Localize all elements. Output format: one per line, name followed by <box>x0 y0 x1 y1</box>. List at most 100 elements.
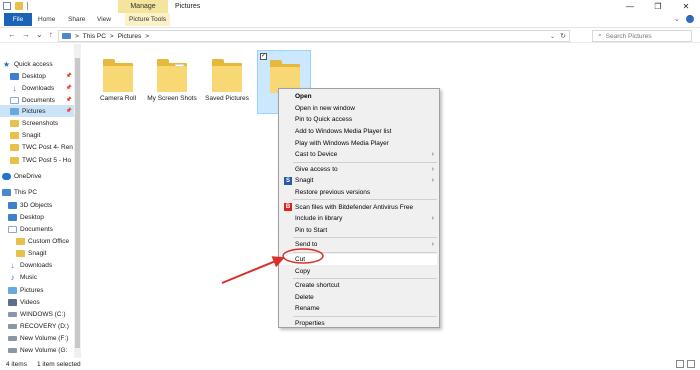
sidebar-item-label: Music <box>20 273 37 281</box>
breadcrumb-this-pc[interactable]: This PC <box>83 33 106 40</box>
sidebar-item[interactable]: Custom Office <box>0 235 74 247</box>
menu-item-pin-to-quick-access[interactable]: Pin to Quick access <box>281 114 437 126</box>
menu-item-create-shortcut[interactable]: Create shortcut <box>281 280 437 292</box>
refresh-icon[interactable]: ↻ <box>560 31 566 43</box>
tab-home[interactable]: Home <box>38 13 55 26</box>
menu-separator <box>293 199 437 201</box>
forward-arrow-icon[interactable]: → <box>22 30 30 39</box>
pc-icon <box>62 33 71 39</box>
sidebar-item[interactable]: Screenshots <box>0 117 74 129</box>
menu-item-play-with-windows-media-player[interactable]: Play with Windows Media Player <box>281 137 437 149</box>
sidebar-item[interactable]: Snagit <box>0 129 74 141</box>
selection-count: 1 item selected <box>36 360 81 368</box>
tab-share[interactable]: Share <box>68 13 85 26</box>
sidebar-item[interactable]: Pictures 📌 <box>0 105 74 117</box>
breadcrumb-pictures[interactable]: Pictures <box>118 33 141 40</box>
sidebar-item[interactable]: Videos <box>0 296 74 308</box>
close-button[interactable]: ✕ <box>672 0 700 13</box>
ribbon-controls: ⌄ ? <box>674 15 694 23</box>
pin-icon: 📌 <box>65 85 72 91</box>
sidebar-item[interactable]: This PC <box>0 186 74 198</box>
menu-item-properties[interactable]: Properties <box>281 318 437 330</box>
menu-item-open[interactable]: Open <box>281 91 437 103</box>
sidebar-item[interactable]: Documents <box>0 223 74 235</box>
menu-item-copy[interactable]: Copy <box>281 265 437 277</box>
breadcrumb-separator[interactable]: > <box>110 33 114 40</box>
menu-item-rename[interactable]: Rename <box>281 303 437 315</box>
sidebar-item[interactable]: Snagit <box>0 247 74 259</box>
recent-locations-icon[interactable]: ⌄ <box>36 30 43 39</box>
tab-view[interactable]: View <box>97 13 111 26</box>
drive-icon <box>8 347 17 353</box>
sidebar-item[interactable]: 3D Objects <box>0 199 74 211</box>
sidebar-item-label: Downloads <box>20 261 53 269</box>
properties-icon[interactable] <box>3 2 11 10</box>
sidebar-item-label: TWC Post 5 - Ho <box>22 156 72 164</box>
sidebar-item-label: This PC <box>14 188 38 196</box>
sidebar-item[interactable]: ♪ Music <box>0 271 74 283</box>
sidebar-item[interactable]: TWC Post 5 - Ho <box>0 154 74 166</box>
sidebar-item-label: Pictures <box>22 107 46 115</box>
scrollbar-thumb[interactable] <box>75 58 80 348</box>
menu-item-delete[interactable]: Delete <box>281 292 437 304</box>
breadcrumb-separator[interactable]: > <box>145 33 149 40</box>
folder-icon <box>10 156 19 164</box>
help-icon[interactable]: ? <box>686 15 694 23</box>
tab-file[interactable]: File <box>4 13 32 26</box>
sidebar-item-label: Snagit <box>28 249 47 257</box>
menu-item-include-in-library[interactable]: Include in library › <box>281 213 437 225</box>
menu-item-give-access-to[interactable]: Give access to › <box>281 164 437 176</box>
menu-item-send-to[interactable]: Send to › <box>281 239 437 251</box>
sidebar-item[interactable]: ★ Quick access <box>0 58 74 70</box>
navigation-buttons: ← → ⌄ ↑ <box>8 30 53 39</box>
up-arrow-icon[interactable]: ↑ <box>49 30 53 39</box>
sidebar-item[interactable]: WINDOWS (C:) <box>0 308 74 320</box>
address-bar[interactable]: > This PC > Pictures > ⌄ ↻ <box>58 30 570 42</box>
pic-icon <box>8 286 17 294</box>
menu-item-open-in-new-window[interactable]: Open in new window <box>281 103 437 115</box>
maximize-button[interactable]: ❐ <box>644 0 672 13</box>
address-dropdown-icon[interactable]: ⌄ <box>550 31 555 43</box>
sidebar-item[interactable]: ↓ Downloads 📌 <box>0 82 74 94</box>
details-view-icon[interactable] <box>676 360 684 368</box>
menu-item-cast-to-device[interactable]: Cast to Device › <box>281 149 437 161</box>
breadcrumb-separator[interactable]: > <box>75 33 79 40</box>
new-folder-icon[interactable] <box>15 2 23 10</box>
menu-item-scan-files-with-bitdefender-antivirus-free[interactable]: B Scan files with Bitdefender Antivirus F… <box>281 201 437 213</box>
menu-separator <box>293 315 437 317</box>
sidebar-item[interactable]: ↓ Downloads <box>0 259 74 271</box>
sidebar-item[interactable]: Pictures <box>0 284 74 296</box>
folder-item[interactable]: Camera Roll <box>91 50 145 114</box>
sidebar-item[interactable]: New Volume (F:) <box>0 332 74 344</box>
menu-item-label: Create shortcut <box>295 282 340 290</box>
dl-icon: ↓ <box>12 83 17 93</box>
selection-checkbox[interactable]: ✓ <box>260 53 267 60</box>
search-input[interactable]: ⌕ Search Pictures <box>592 30 692 42</box>
manage-context-tab[interactable]: Manage <box>118 0 168 13</box>
minimize-button[interactable]: — <box>616 0 644 13</box>
sidebar-item[interactable]: New Volume (G: <box>0 344 74 356</box>
navigation-pane: ★ Quick access Desktop 📌 ↓ Downloads 📌 Document… <box>0 44 82 358</box>
window-title: Pictures <box>175 3 201 10</box>
nav-scrollbar[interactable] <box>74 44 81 358</box>
expand-ribbon-icon[interactable]: ⌄ <box>674 15 680 23</box>
large-icons-view-icon[interactable] <box>687 360 695 368</box>
sidebar-item[interactable]: OneDrive <box>0 170 74 182</box>
star-icon: ★ <box>2 59 11 69</box>
folder-item[interactable]: My Screen Shots <box>145 50 199 114</box>
sidebar-item[interactable]: Desktop <box>0 211 74 223</box>
status-bar: 4 items 1 item selected <box>0 358 700 370</box>
sidebar-item[interactable]: Desktop 📌 <box>0 70 74 82</box>
menu-item-label: Scan files with Bitdefender Antivirus Fr… <box>295 203 414 211</box>
tab-picture-tools[interactable]: Picture Tools <box>125 13 171 26</box>
menu-item-snagit[interactable]: S Snagit › <box>281 175 437 187</box>
back-arrow-icon[interactable]: ← <box>8 30 16 39</box>
menu-item-add-to-windows-media-player-list[interactable]: Add to Windows Media Player list <box>281 126 437 138</box>
sidebar-item[interactable]: TWC Post 4- Ren <box>0 141 74 153</box>
menu-item-restore-previous-versions[interactable]: Restore previous versions <box>281 187 437 199</box>
menu-item-cut[interactable]: Cut <box>281 253 437 266</box>
sidebar-item[interactable]: RECOVERY (D:) <box>0 320 74 332</box>
drive-icon <box>8 311 17 317</box>
menu-item-pin-to-start[interactable]: Pin to Start <box>281 225 437 237</box>
folder-item[interactable]: Saved Pictures <box>200 50 254 114</box>
